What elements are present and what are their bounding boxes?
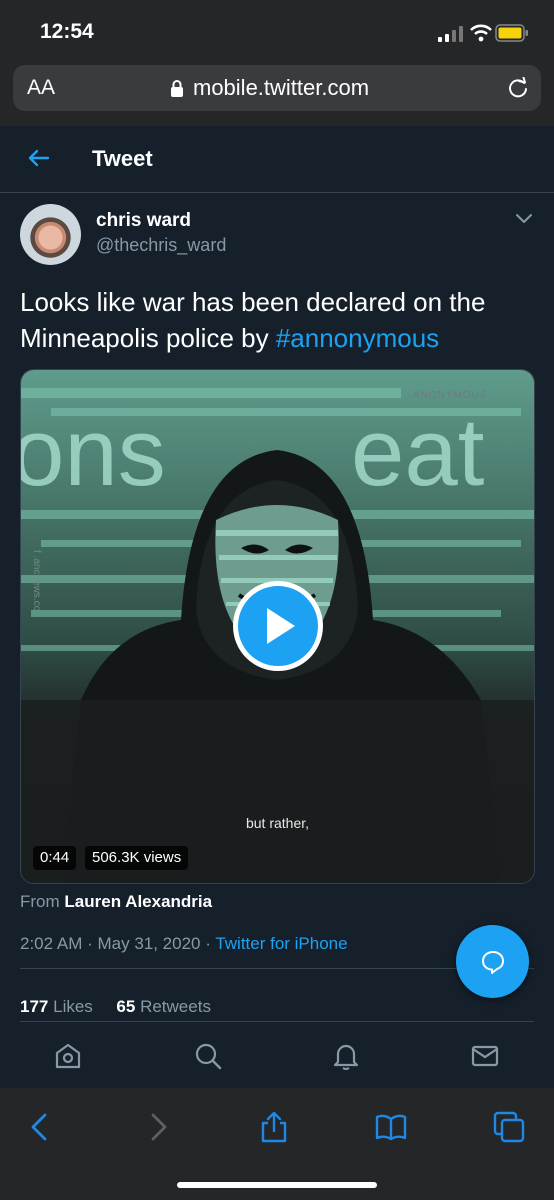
tweet-header: Tweet <box>0 126 554 193</box>
home-indicator <box>177 1182 377 1188</box>
author-handle[interactable]: @thechris_ward <box>96 235 226 256</box>
messages-icon[interactable] <box>470 1041 500 1071</box>
video-views: 506.3K views <box>85 846 189 870</box>
retweets-stat[interactable]: 65 Retweets <box>116 997 211 1016</box>
page-title: Tweet <box>92 146 153 171</box>
tweet-source-link[interactable]: Twitter for iPhone <box>215 934 347 953</box>
notifications-icon[interactable] <box>331 1041 361 1071</box>
share-icon[interactable] <box>257 1110 291 1144</box>
chevron-down-icon[interactable] <box>514 212 534 226</box>
play-button[interactable] <box>233 581 323 671</box>
retweets-label: Retweets <box>140 997 211 1016</box>
tweet-text: Looks like war has been declared on the … <box>20 284 534 356</box>
svg-text:eat: eat <box>351 399 484 506</box>
attribution-prefix: From <box>20 892 60 911</box>
lock-icon <box>171 80 183 97</box>
avatar[interactable] <box>20 204 81 265</box>
media-attribution: From Lauren Alexandria <box>20 892 212 912</box>
twitter-tab-bar <box>0 1025 554 1088</box>
svg-text:ons: ons <box>21 399 166 506</box>
retweets-count: 65 <box>116 997 136 1016</box>
text-size-button[interactable]: AA <box>27 76 55 100</box>
video-subtitle: but rather, <box>245 815 310 831</box>
likes-stat[interactable]: 177 Likes <box>20 997 93 1016</box>
browser-top-chrome: 12:54 AA mobile.twitter.com <box>0 0 554 126</box>
divider <box>20 1021 534 1022</box>
video-watermark: ANONYMOUS <box>413 390 488 401</box>
text-size-label: AA <box>27 76 56 99</box>
tabs-icon[interactable] <box>492 1110 526 1144</box>
likes-label: Likes <box>53 997 93 1016</box>
tweet-date: May 31, 2020 <box>97 934 201 953</box>
compose-dm-button[interactable] <box>456 925 529 998</box>
browser-toolbar <box>0 1088 554 1200</box>
author-name[interactable]: chris ward <box>96 210 191 232</box>
url-text[interactable]: mobile.twitter.com <box>193 75 369 101</box>
attribution-name[interactable]: Lauren Alexandria <box>64 892 212 911</box>
signal-icon <box>438 26 463 42</box>
video-player[interactable]: ons eat ANONYMOUS f .ancnews.co but rath… <box>20 369 535 884</box>
back-icon[interactable] <box>24 1110 58 1144</box>
status-time: 12:54 <box>40 20 94 43</box>
video-duration: 0:44 <box>33 846 77 870</box>
home-icon[interactable] <box>53 1041 83 1071</box>
chat-bubble-icon <box>482 951 504 974</box>
video-side-credit: f .ancnews.co <box>31 550 42 612</box>
wifi-icon <box>470 24 492 42</box>
back-arrow-icon[interactable] <box>26 146 50 170</box>
tweet-time: 2:02 AM <box>20 934 83 953</box>
tweet-meta: 2:02 AM · May 31, 2020 · Twitter for iPh… <box>20 934 348 953</box>
battery-icon <box>495 24 528 42</box>
reload-icon[interactable] <box>507 77 529 99</box>
search-icon[interactable] <box>193 1041 223 1071</box>
bookmarks-icon[interactable] <box>374 1110 408 1144</box>
likes-count: 177 <box>20 997 49 1016</box>
hashtag-link[interactable]: #annonymous <box>276 323 439 353</box>
tweet-stats: 177 Likes 65 Retweets <box>20 997 211 1017</box>
play-icon <box>267 608 295 644</box>
address-bar[interactable]: AA mobile.twitter.com <box>13 65 541 111</box>
forward-icon[interactable] <box>140 1110 174 1144</box>
